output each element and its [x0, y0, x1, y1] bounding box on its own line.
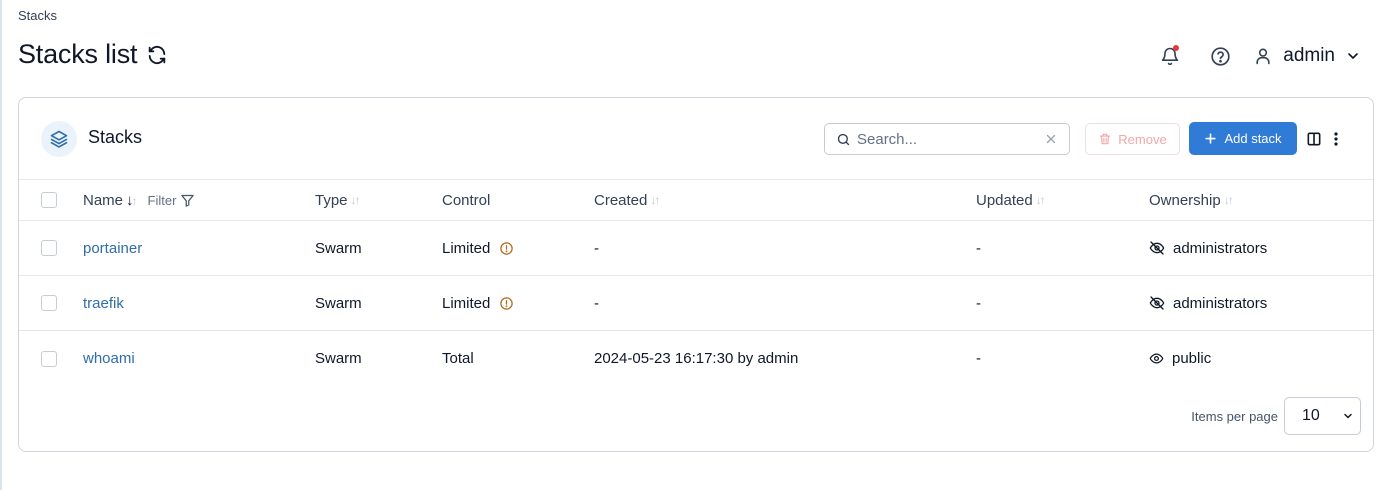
select-all-checkbox[interactable]: [41, 192, 57, 208]
add-stack-label: Add stack: [1224, 131, 1282, 146]
ownership-header-label: Ownership: [1149, 191, 1221, 209]
user-menu[interactable]: admin: [1253, 45, 1361, 67]
ownership-cell: public: [1149, 331, 1211, 386]
stacks-card: Stacks Remove Add stack: [18, 97, 1374, 452]
chevron-down-icon: [1345, 48, 1361, 64]
created-value: 2024-05-23 16:17:30 by admin: [594, 350, 799, 367]
notifications-bell-icon[interactable]: [1153, 40, 1187, 72]
table-row: whoami Swarm Total 2024-05-23 16:17:30 b…: [19, 331, 1373, 386]
table-header: Name ↓↑ Filter Type ↓↑ Control Created ↓…: [19, 180, 1373, 221]
remove-label: Remove: [1118, 131, 1167, 147]
created-header-label: Created: [594, 191, 648, 209]
stack-name-link[interactable]: portainer: [83, 240, 142, 257]
row-select-cell: [41, 331, 57, 386]
page-title: Stacks list: [18, 39, 138, 69]
add-stack-button[interactable]: Add stack: [1189, 122, 1297, 155]
pagination: Items per page 10: [1191, 397, 1361, 435]
stack-type: Swarm: [315, 239, 362, 257]
search-icon: [836, 132, 851, 147]
chevron-down-icon: [1342, 410, 1354, 422]
type-header-label: Type: [315, 191, 348, 209]
column-header-type[interactable]: Type ↓↑: [315, 180, 361, 220]
created-value: -: [594, 239, 599, 257]
ownership-cell: administrators: [1149, 276, 1267, 330]
sort-icon: ↓↑: [1035, 193, 1046, 207]
row-select-cell: [41, 276, 57, 330]
updated-header-label: Updated: [976, 191, 1033, 209]
sort-icon: ↓↑: [350, 193, 361, 207]
stack-name-link[interactable]: whoami: [83, 350, 135, 367]
eye-icon: [1149, 351, 1164, 366]
control-cell: Limited: [442, 276, 514, 330]
page-header: Stacks list: [18, 39, 168, 70]
table-row: portainer Swarm Limited - - administrato…: [19, 221, 1373, 276]
stack-name-link[interactable]: traefik: [83, 295, 124, 312]
card-title: Stacks: [88, 127, 143, 147]
sort-icon: ↓↑: [1223, 193, 1234, 207]
remove-button[interactable]: Remove: [1085, 123, 1180, 155]
topbar-actions: admin: [1153, 40, 1361, 72]
column-header-ownership[interactable]: Ownership ↓↑: [1149, 180, 1234, 220]
stack-type: Swarm: [315, 350, 362, 367]
control-cell: Total: [442, 331, 474, 386]
sort-icon: ↓↑: [650, 193, 660, 207]
control-cell: Limited: [442, 221, 514, 275]
window-edge: [0, 0, 2, 490]
search-input[interactable]: [857, 130, 1037, 148]
column-header-updated[interactable]: Updated ↓↑: [976, 180, 1046, 220]
updated-value: -: [976, 350, 981, 367]
column-header-created[interactable]: Created ↓↑: [594, 180, 660, 220]
column-header-name[interactable]: Name ↓↑ Filter: [83, 180, 195, 220]
filter-button[interactable]: Filter: [148, 193, 196, 208]
select-all-cell: [41, 180, 57, 220]
stack-name-cell: traefik: [83, 276, 124, 330]
ownership-cell: administrators: [1149, 221, 1267, 275]
row-checkbox[interactable]: [41, 350, 57, 367]
control-header-label: Control: [442, 191, 491, 209]
eye-off-icon: [1149, 295, 1165, 311]
columns-icon[interactable]: [1306, 131, 1322, 147]
clear-search-icon[interactable]: [1045, 133, 1057, 145]
ownership-value: administrators: [1173, 239, 1268, 257]
filter-label: Filter: [147, 192, 177, 208]
eye-off-icon: [1149, 240, 1165, 256]
ownership-value: administrators: [1173, 294, 1268, 312]
control-value: Total: [442, 350, 474, 367]
created-value: -: [594, 294, 599, 312]
info-warning-icon: [499, 296, 514, 311]
control-value: Limited: [442, 294, 491, 312]
table-row: traefik Swarm Limited - - administrators: [19, 276, 1373, 331]
breadcrumb[interactable]: Stacks: [18, 8, 57, 23]
trash-icon: [1098, 132, 1112, 146]
plus-icon: [1204, 132, 1217, 145]
items-per-page-select[interactable]: 10: [1284, 397, 1361, 435]
help-icon[interactable]: [1203, 40, 1237, 72]
user-icon: [1253, 46, 1273, 66]
stack-layers-icon: [41, 121, 77, 157]
sort-desc-icon: ↓↑: [126, 191, 137, 209]
user-name: admin: [1283, 45, 1335, 66]
stack-type: Swarm: [315, 294, 362, 312]
card-header: Stacks Remove Add stack: [19, 98, 1373, 180]
row-checkbox[interactable]: [41, 295, 57, 311]
control-value: Limited: [442, 239, 491, 257]
refresh-icon[interactable]: [146, 44, 168, 66]
row-select-cell: [41, 221, 57, 275]
stack-name-cell: whoami: [83, 331, 135, 386]
filter-icon: [181, 194, 195, 207]
items-per-page-value: 10: [1302, 407, 1320, 424]
stack-name-cell: portainer: [83, 221, 142, 275]
row-checkbox[interactable]: [41, 240, 57, 256]
ownership-value: public: [1172, 350, 1212, 367]
updated-value: -: [976, 239, 981, 257]
search-field[interactable]: [824, 123, 1070, 155]
name-header-label: Name: [83, 191, 124, 209]
column-header-control: Control: [442, 180, 490, 220]
updated-value: -: [976, 294, 981, 312]
more-options-icon[interactable]: [1333, 132, 1339, 146]
items-per-page-label: Items per page: [1191, 408, 1278, 424]
info-warning-icon: [499, 241, 514, 256]
